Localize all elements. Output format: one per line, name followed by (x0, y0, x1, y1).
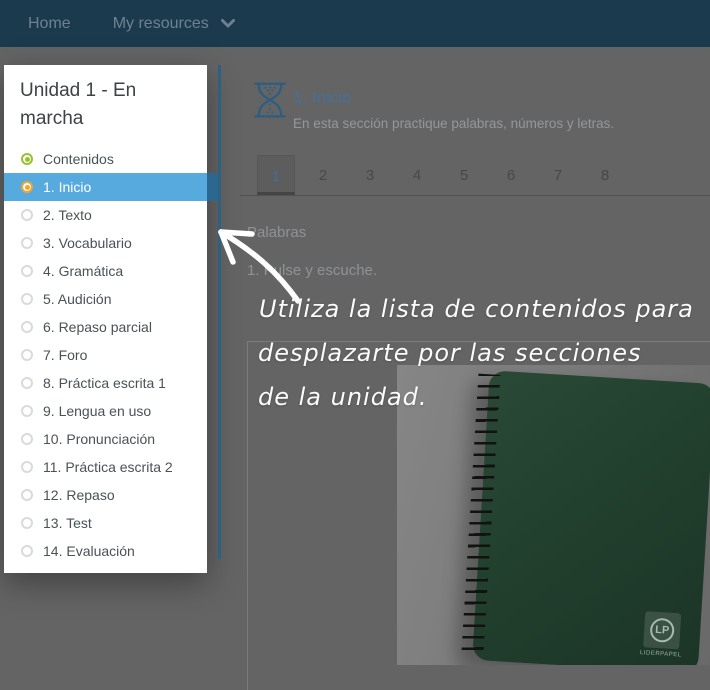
page-tab-2[interactable]: 2 (304, 155, 342, 196)
sidebar-item-label: 10. Pronunciación (43, 431, 155, 447)
sidebar-item-foro[interactable]: 7. Foro (4, 341, 207, 369)
sidebar-item-label: 2. Texto (43, 207, 92, 223)
radio-bullet-icon (21, 349, 33, 361)
contents-sidebar: Unidad 1 - En marcha Contenidos 1. Inici… (4, 65, 207, 573)
sidebar-item-practica-escrita-1[interactable]: 8. Práctica escrita 1 (4, 369, 207, 397)
sidebar-item-label: 3. Vocabulario (43, 235, 132, 251)
sidebar-item-audicion[interactable]: 5. Audición (4, 285, 207, 313)
sidebar-item-label: 6. Repaso parcial (43, 319, 152, 335)
radio-bullet-icon (21, 517, 33, 529)
sidebar-item-label: Contenidos (43, 151, 114, 167)
radio-bullet-icon (21, 209, 33, 221)
page-tabs: 1 2 3 4 5 6 7 8 (257, 155, 624, 196)
sidebar-item-label: 13. Test (43, 515, 92, 531)
unit-title: Unidad 1 - En marcha (20, 77, 192, 132)
nav-home-link[interactable]: Home (28, 15, 71, 33)
contents-list: Contenidos 1. Inicio 2. Texto 3. Vocabul… (4, 145, 207, 565)
sidebar-item-repaso-parcial[interactable]: 6. Repaso parcial (4, 313, 207, 341)
sidebar-item-gramatica[interactable]: 4. Gramática (4, 257, 207, 285)
page-tab-6[interactable]: 6 (492, 155, 530, 196)
radio-bullet-icon (21, 377, 33, 389)
tour-message-line: desplazarte por las secciones (258, 339, 642, 367)
sidebar-item-pronunciacion[interactable]: 10. Pronunciación (4, 425, 207, 453)
radio-bullet-icon (21, 321, 33, 333)
section-title[interactable]: 1. Inicio (293, 88, 352, 108)
sidebar-item-lengua-en-uso[interactable]: 9. Lengua en uso (4, 397, 207, 425)
logo-brand-text: LIDERPAPEL (635, 650, 687, 659)
notebook: LP LIDERPAPEL (472, 370, 710, 665)
radio-bullet-icon (21, 545, 33, 557)
sidebar-item-label: 12. Repaso (43, 487, 115, 503)
spiral-binding (461, 374, 500, 657)
sidebar-item-test[interactable]: 13. Test (4, 509, 207, 537)
chevron-down-icon (221, 19, 235, 28)
page-tab-1[interactable]: 1 (257, 155, 295, 196)
sidebar-item-texto[interactable]: 2. Texto (4, 201, 207, 229)
sidebar-item-label: 7. Foro (43, 347, 87, 363)
hourglass-icon (253, 82, 287, 118)
page-tab-5[interactable]: 5 (445, 155, 483, 196)
radio-bullet-icon (21, 237, 33, 249)
sidebar-item-inicio[interactable]: 1. Inicio (4, 173, 207, 201)
page-tab-3[interactable]: 3 (351, 155, 389, 196)
sidebar-item-label: 1. Inicio (43, 179, 91, 195)
sidebar-item-contenidos[interactable]: Contenidos (4, 145, 207, 173)
radio-bullet-icon (21, 265, 33, 277)
sidebar-item-evaluacion[interactable]: 14. Evaluación (4, 537, 207, 565)
sidebar-item-practica-escrita-2[interactable]: 11. Práctica escrita 2 (4, 453, 207, 481)
radio-bullet-icon (21, 153, 33, 165)
notebook-photo: LP LIDERPAPEL (397, 365, 710, 665)
sidebar-item-label: 9. Lengua en uso (43, 403, 151, 419)
sidebar-item-label: 14. Evaluación (43, 543, 135, 559)
page-tab-7[interactable]: 7 (539, 155, 577, 196)
nav-my-resources-label: My resources (113, 15, 209, 33)
sidebar-item-repaso[interactable]: 12. Repaso (4, 481, 207, 509)
radio-bullet-icon (21, 489, 33, 501)
tour-message-line: Utiliza la lista de contenidos para (259, 295, 694, 323)
sidebar-item-label: 11. Práctica escrita 2 (43, 459, 173, 475)
sidebar-border-line (218, 65, 221, 559)
radio-bullet-icon (21, 461, 33, 473)
top-navbar: Home My resources (0, 0, 710, 47)
page-tab-4[interactable]: 4 (398, 155, 436, 196)
tabs-divider (240, 195, 710, 196)
radio-bullet-icon (21, 293, 33, 305)
nav-my-resources-link[interactable]: My resources (113, 15, 235, 33)
sidebar-item-vocabulario[interactable]: 3. Vocabulario (4, 229, 207, 257)
sidebar-item-label: 5. Audición (43, 291, 112, 307)
tour-message-line: de la unidad. (258, 383, 428, 411)
logo-initials: LP (649, 618, 674, 643)
radio-bullet-icon (21, 181, 33, 193)
notebook-logo: LP LIDERPAPEL (635, 611, 690, 659)
sidebar-item-label: 4. Gramática (43, 263, 123, 279)
radio-bullet-icon (21, 405, 33, 417)
section-subtitle: En esta sección practique palabras, núme… (293, 116, 614, 131)
page-tab-8[interactable]: 8 (586, 155, 624, 196)
sidebar-item-label: 8. Práctica escrita 1 (43, 375, 166, 391)
radio-bullet-icon (21, 433, 33, 445)
